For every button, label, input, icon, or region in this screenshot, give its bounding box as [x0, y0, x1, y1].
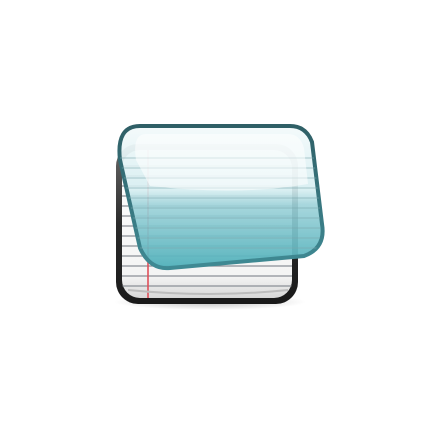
- icon-canvas: [0, 0, 432, 432]
- glass-highlight: [135, 134, 308, 191]
- notepad-app-icon[interactable]: [0, 0, 432, 432]
- glass-sheet: [117, 124, 325, 271]
